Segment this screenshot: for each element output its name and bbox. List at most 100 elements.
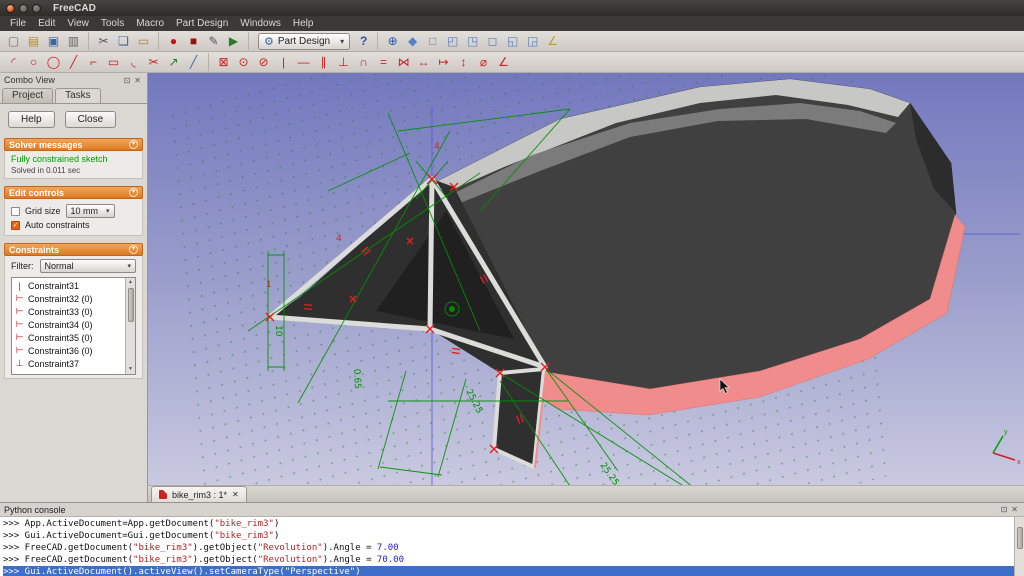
grid-size-checkbox[interactable] bbox=[11, 206, 20, 216]
constraint-tangent-icon[interactable]: ∩ bbox=[354, 53, 373, 71]
macro-edit-icon[interactable]: ✎ bbox=[204, 32, 223, 50]
close-panel-icon[interactable]: ✕ bbox=[132, 76, 143, 85]
macro-play-icon[interactable]: ▶ bbox=[224, 32, 243, 50]
sketch-circle-icon[interactable]: ○ bbox=[24, 53, 43, 71]
constraint-lock-icon[interactable]: ⊠ bbox=[214, 53, 233, 71]
constraint-symmetric-icon[interactable]: ⋈ bbox=[394, 53, 413, 71]
macro-record-icon[interactable]: ● bbox=[164, 32, 183, 50]
grid-size-dropdown[interactable]: 10 mm ▾ bbox=[65, 204, 115, 218]
constraint-type-icon: ⊢ bbox=[15, 306, 24, 316]
tab-tasks[interactable]: Tasks bbox=[55, 88, 101, 103]
constraints-scrollbar[interactable]: ▲ ▼ bbox=[125, 278, 135, 374]
fit-all-icon[interactable]: ⊕ bbox=[383, 32, 402, 50]
scroll-up-icon[interactable]: ▲ bbox=[128, 278, 133, 287]
auto-constraints-checkbox[interactable]: ✓ bbox=[11, 220, 20, 230]
rear-view-icon[interactable]: ◻ bbox=[483, 32, 502, 50]
sketch-conic-icon[interactable]: ◯ bbox=[44, 53, 63, 71]
sketch-line-icon[interactable]: ╱ bbox=[64, 53, 83, 71]
dimension-label: 10 bbox=[273, 325, 283, 337]
constraint-point-on-object-icon[interactable]: ⊘ bbox=[254, 53, 273, 71]
external-geometry-icon[interactable]: ↗ bbox=[164, 53, 183, 71]
right-view-icon[interactable]: ◳ bbox=[463, 32, 482, 50]
edit-controls-header[interactable]: Edit controls ▾ bbox=[4, 186, 143, 199]
constraint-perpendicular-icon[interactable]: ⊥ bbox=[334, 53, 353, 71]
float-panel-icon[interactable]: ⊡ bbox=[999, 505, 1010, 514]
dimension-label: 25.25 bbox=[463, 388, 484, 415]
scrollbar-thumb[interactable] bbox=[127, 288, 134, 322]
filter-dropdown[interactable]: Normal ▾ bbox=[39, 259, 136, 273]
sketch-rectangle-icon[interactable]: ▭ bbox=[104, 53, 123, 71]
menu-item[interactable]: View bbox=[61, 17, 95, 30]
constraint-radius-icon[interactable]: ⌀ bbox=[474, 53, 493, 71]
paste-icon[interactable]: ▭ bbox=[134, 32, 153, 50]
3d-viewport[interactable]: 25.25 25.25 0.65 10 4 4 1 x y bbox=[148, 73, 1024, 485]
new-file-icon[interactable]: ▢ bbox=[4, 32, 23, 50]
constraint-parallel-icon[interactable]: ∥ bbox=[314, 53, 333, 71]
constraint-coincident-icon[interactable]: ⊙ bbox=[234, 53, 253, 71]
constraint-list-item[interactable]: ⊢ Constraint34 (0) bbox=[12, 318, 125, 331]
menu-item[interactable]: Part Design bbox=[170, 17, 234, 30]
sketch-fillet-icon[interactable]: ◟ bbox=[124, 53, 143, 71]
document-tab-label: bike_rim3 : 1* bbox=[172, 489, 228, 500]
front-view-icon[interactable]: □ bbox=[423, 32, 442, 50]
constraints-header[interactable]: Constraints ▾ bbox=[4, 243, 143, 256]
collapse-toggle-icon[interactable]: ▾ bbox=[129, 188, 138, 197]
scroll-down-icon[interactable]: ▼ bbox=[128, 365, 133, 374]
constraint-list-item[interactable]: ⊢ Constraint32 (0) bbox=[12, 292, 125, 305]
constraint-distance-y-icon[interactable]: ↕ bbox=[454, 53, 473, 71]
constraint-list-item[interactable]: | Constraint31 bbox=[12, 279, 125, 292]
float-panel-icon[interactable]: ⊡ bbox=[122, 76, 133, 85]
top-view-icon[interactable]: ◰ bbox=[443, 32, 462, 50]
python-console-area[interactable]: >>> App.ActiveDocument=App.getDocument("… bbox=[0, 516, 1024, 576]
macro-toolbar-group: ● ■ ✎ ▶ bbox=[164, 32, 249, 50]
left-view-icon[interactable]: ◲ bbox=[523, 32, 542, 50]
constraint-angle-icon[interactable]: ∠ bbox=[494, 53, 513, 71]
document-tab[interactable]: bike_rim3 : 1* ✕ bbox=[151, 486, 247, 502]
collapse-toggle-icon[interactable]: ▾ bbox=[129, 140, 138, 149]
copy-icon[interactable]: ❏ bbox=[114, 32, 133, 50]
help-button[interactable]: Help bbox=[8, 111, 55, 128]
document-tabbar: bike_rim3 : 1* ✕ bbox=[148, 485, 1024, 502]
constraint-equal-icon[interactable]: = bbox=[374, 53, 393, 71]
constraint-distance-icon[interactable]: ↔ bbox=[414, 53, 433, 71]
bottom-view-icon[interactable]: ◱ bbox=[503, 32, 522, 50]
constraint-list-item[interactable]: ⊢ Constraint35 (0) bbox=[12, 331, 125, 344]
menu-item[interactable]: File bbox=[4, 17, 32, 30]
sketch-polyline-icon[interactable]: ⌐ bbox=[84, 53, 103, 71]
cut-icon[interactable]: ✂ bbox=[94, 32, 113, 50]
scrollbar-thumb[interactable] bbox=[1016, 527, 1023, 549]
constraint-vertical-icon[interactable]: | bbox=[274, 53, 293, 71]
collapse-toggle-icon[interactable]: ▾ bbox=[129, 245, 138, 254]
console-scrollbar[interactable] bbox=[1014, 517, 1024, 576]
construction-mode-icon[interactable]: ╱ bbox=[184, 53, 203, 71]
solver-messages-header[interactable]: Solver messages ▾ bbox=[4, 138, 143, 151]
constraint-distance-x-icon[interactable]: ↦ bbox=[434, 53, 453, 71]
constraint-horizontal-icon[interactable]: — bbox=[294, 53, 313, 71]
menu-item[interactable]: Windows bbox=[234, 17, 287, 30]
constraint-list-item[interactable]: ⊢ Constraint33 (0) bbox=[12, 305, 125, 318]
workbench-selector[interactable]: ⚙ Part Design ▾ bbox=[258, 32, 351, 50]
menu-item[interactable]: Macro bbox=[130, 17, 170, 30]
measure-icon[interactable]: ∠ bbox=[543, 32, 562, 50]
window-close-button[interactable] bbox=[6, 3, 15, 13]
save-file-icon[interactable]: ▣ bbox=[44, 32, 63, 50]
print-icon[interactable]: ▥ bbox=[64, 32, 83, 50]
constraint-label: Constraint33 (0) bbox=[28, 306, 93, 317]
close-panel-icon[interactable]: ✕ bbox=[1009, 505, 1020, 514]
open-file-icon[interactable]: ▤ bbox=[24, 32, 43, 50]
tab-close-icon[interactable]: ✕ bbox=[232, 490, 239, 499]
menu-item[interactable]: Help bbox=[287, 17, 320, 30]
window-minimize-button[interactable] bbox=[19, 3, 28, 13]
sketch-trim-icon[interactable]: ✂ bbox=[144, 53, 163, 71]
whats-this-icon[interactable]: ? bbox=[354, 32, 373, 50]
sketch-arc-icon[interactable]: ◜ bbox=[4, 53, 23, 71]
macro-stop-icon[interactable]: ■ bbox=[184, 32, 203, 50]
tab-project[interactable]: Project bbox=[2, 88, 54, 103]
constraint-list-item[interactable]: ⊥ Constraint37 bbox=[12, 357, 125, 370]
menu-item[interactable]: Edit bbox=[32, 17, 61, 30]
menu-item[interactable]: Tools bbox=[95, 17, 130, 30]
window-maximize-button[interactable] bbox=[32, 3, 41, 13]
axonometric-view-icon[interactable]: ◆ bbox=[403, 32, 422, 50]
close-button[interactable]: Close bbox=[64, 111, 117, 128]
constraint-list-item[interactable]: ⊢ Constraint36 (0) bbox=[12, 344, 125, 357]
